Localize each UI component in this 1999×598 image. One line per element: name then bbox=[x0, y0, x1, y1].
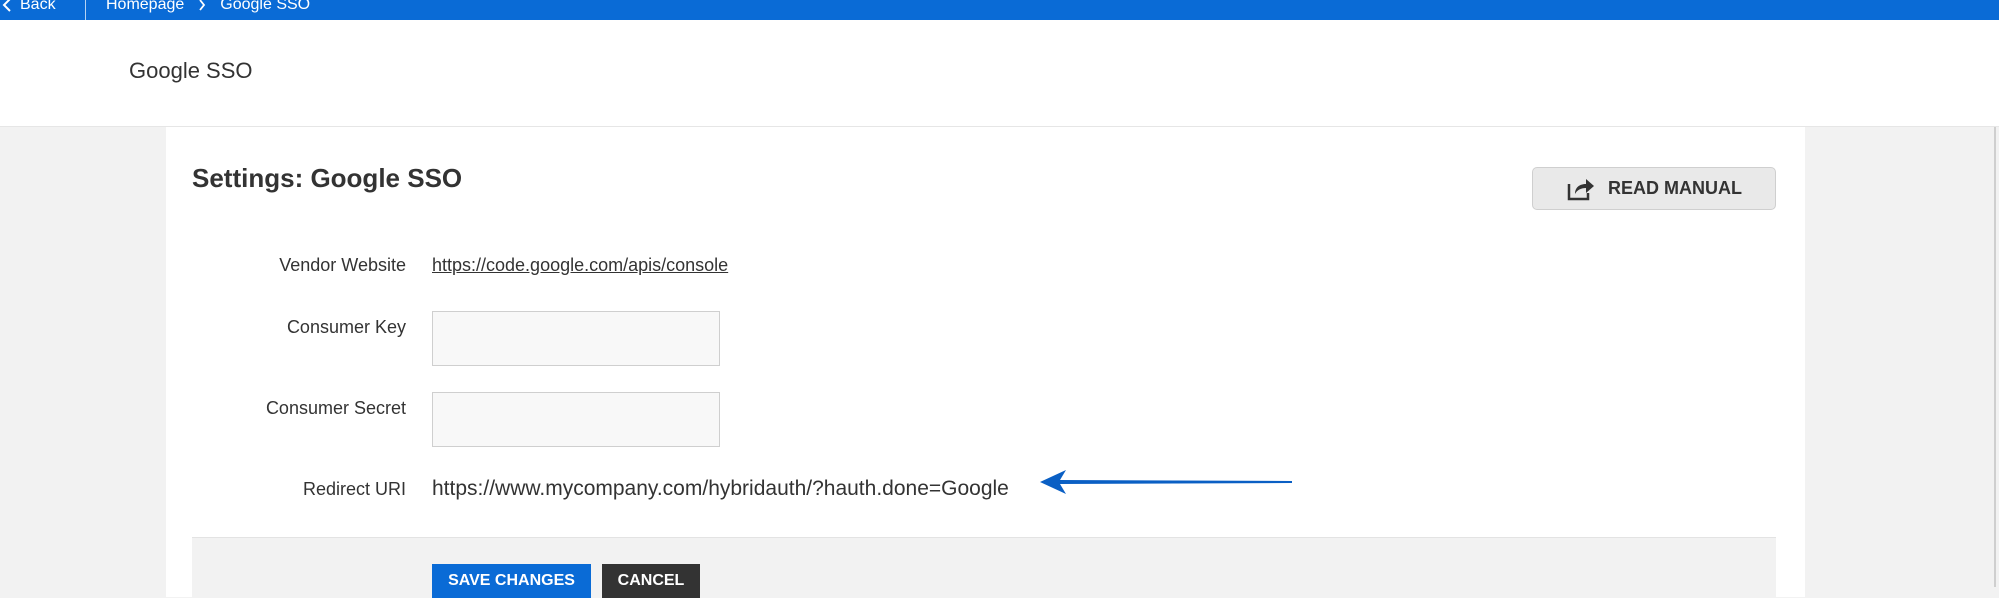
vendor-website-label: Vendor Website bbox=[279, 255, 406, 275]
top-navigation-bar: Back Homepage Google SSO bbox=[0, 0, 1999, 20]
read-manual-label: READ MANUAL bbox=[1608, 178, 1742, 198]
breadcrumb-current: Google SSO bbox=[220, 0, 311, 13]
redirect-uri-value: https://www.mycompany.com/hybridauth/?ha… bbox=[432, 477, 1009, 500]
read-manual-button[interactable]: READ MANUAL bbox=[1532, 167, 1776, 210]
save-changes-button[interactable]: SAVE CHANGES bbox=[432, 564, 591, 598]
annotation-arrow-icon bbox=[1040, 470, 1292, 494]
vendor-website-link[interactable]: https://code.google.com/apis/console bbox=[432, 255, 728, 276]
settings-panel: Settings: Google SSO READ MANUAL Vendor … bbox=[166, 127, 1805, 598]
page-title: Google SSO bbox=[129, 58, 253, 83]
form-footer: SAVE CHANGES CANCEL bbox=[192, 537, 1776, 598]
topbar-divider bbox=[85, 0, 86, 20]
back-label: Back bbox=[20, 0, 56, 13]
chevron-left-icon bbox=[2, 0, 11, 12]
scrollbar[interactable] bbox=[1994, 127, 1996, 587]
cancel-button[interactable]: CANCEL bbox=[602, 564, 700, 598]
share-icon bbox=[1567, 178, 1594, 200]
settings-title: Settings: Google SSO bbox=[192, 163, 463, 193]
consumer-secret-input[interactable] bbox=[432, 392, 720, 447]
redirect-uri-label: Redirect URI bbox=[302, 479, 406, 499]
consumer-secret-label: Consumer Secret bbox=[265, 398, 406, 418]
page-header: Google SSO bbox=[0, 20, 1999, 127]
breadcrumb: Homepage Google SSO bbox=[106, 0, 310, 16]
consumer-key-input[interactable] bbox=[432, 311, 720, 366]
chevron-right-icon bbox=[199, 0, 206, 11]
breadcrumb-homepage[interactable]: Homepage bbox=[106, 0, 184, 14]
consumer-key-label: Consumer Key bbox=[286, 317, 406, 337]
back-button[interactable]: Back bbox=[2, 0, 56, 16]
